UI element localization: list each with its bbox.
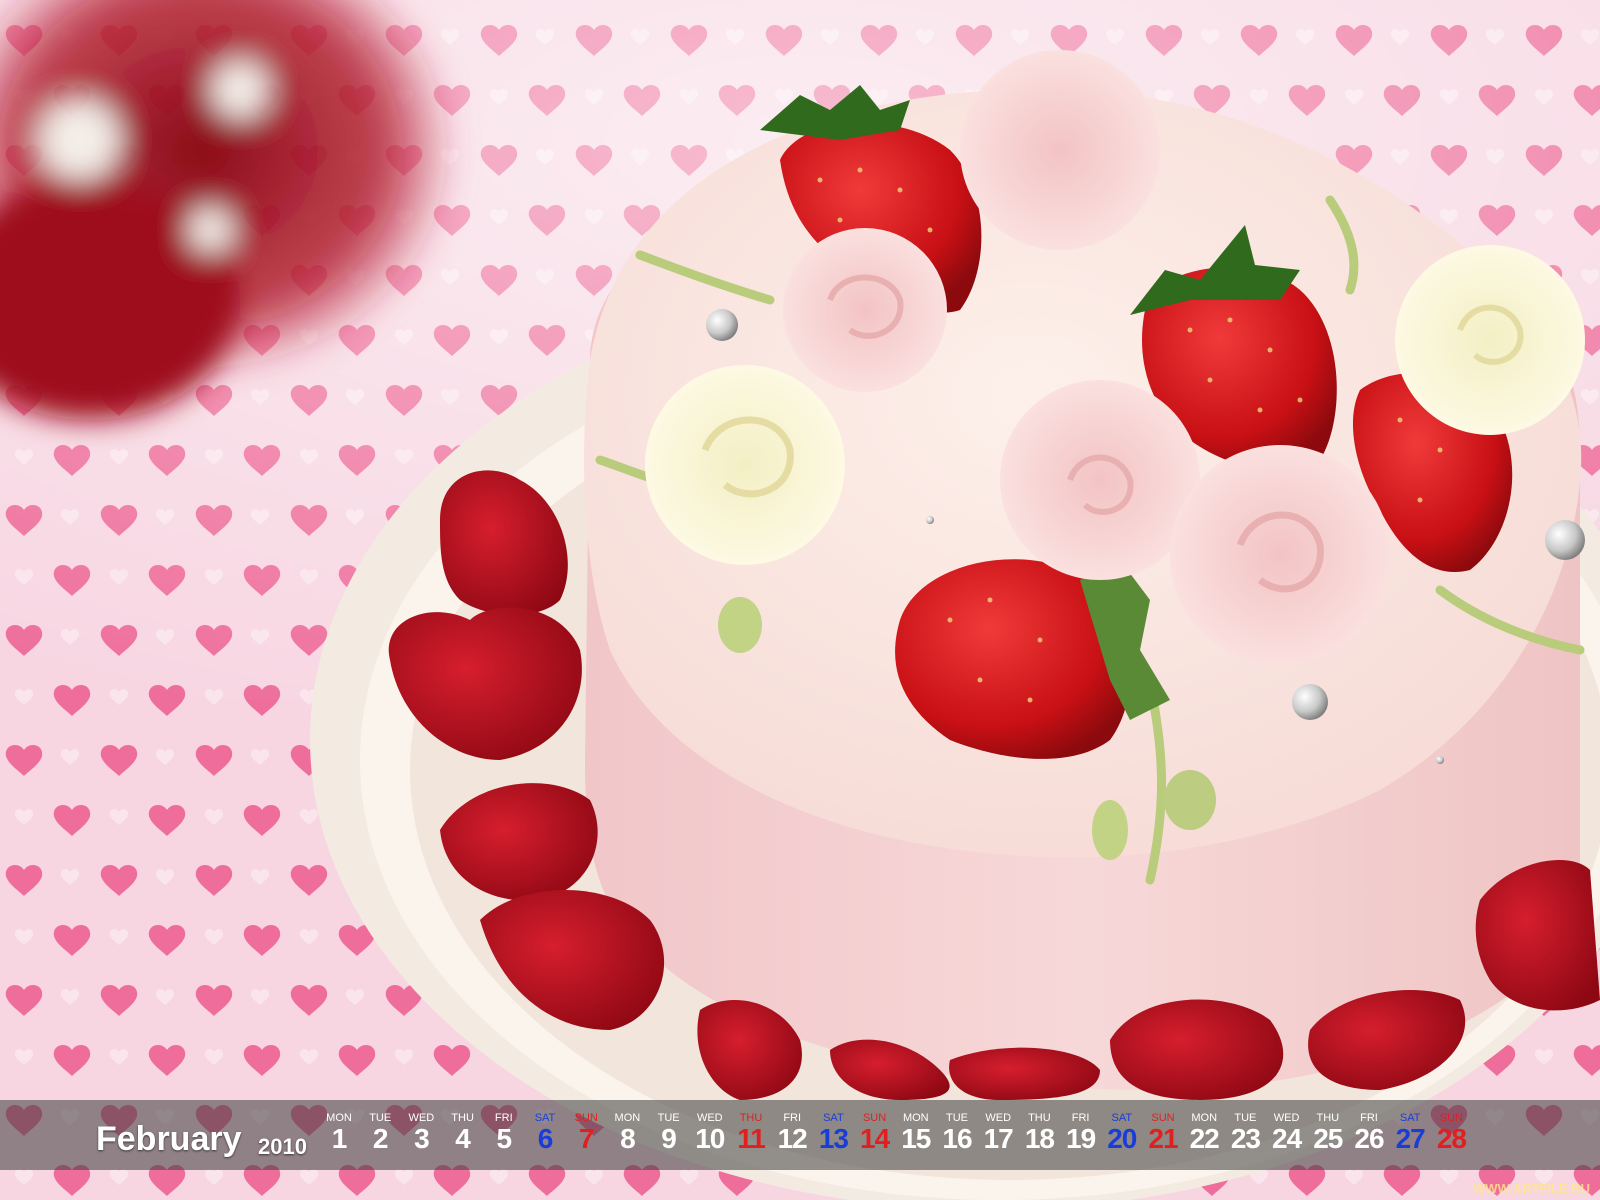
calendar-day-number: 1 <box>331 1123 348 1154</box>
calendar-day-number: 15 <box>901 1123 931 1154</box>
calendar-year: 2010 <box>258 1134 307 1159</box>
calendar-day: FRI 19 <box>1061 1112 1101 1154</box>
calendar-day-number: 25 <box>1313 1123 1343 1154</box>
calendar-day-number: 28 <box>1436 1123 1467 1154</box>
calendar-day: WED 3 <box>401 1112 441 1154</box>
calendar-day: TUE 2 <box>360 1112 400 1154</box>
calendar-day-number: 3 <box>414 1123 430 1154</box>
calendar-day: FRI 12 <box>772 1112 812 1154</box>
calendar-day-number: 21 <box>1148 1123 1178 1154</box>
calendar-day: TUE 23 <box>1225 1112 1265 1154</box>
calendar-day-number: 22 <box>1189 1123 1220 1154</box>
calendar-day-number: 9 <box>661 1123 677 1154</box>
calendar-day-number: 10 <box>695 1123 725 1154</box>
calendar-day-number: 19 <box>1066 1123 1096 1154</box>
calendar-day: THU 25 <box>1308 1112 1348 1154</box>
calendar-day: WED 10 <box>690 1112 730 1154</box>
calendar-day: THU 4 <box>443 1112 483 1154</box>
calendar-day: TUE 9 <box>649 1112 689 1154</box>
calendar-day: SUN 21 <box>1143 1112 1183 1154</box>
calendar-day-number: 5 <box>496 1123 513 1154</box>
calendar-day: TUE 16 <box>937 1112 977 1154</box>
calendar-day-number: 4 <box>455 1123 471 1154</box>
calendar-day-number: 11 <box>737 1123 766 1154</box>
calendar-day: SUN 7 <box>566 1112 606 1154</box>
calendar-day: MON 1 <box>319 1112 359 1154</box>
calendar-day-number: 2 <box>372 1123 389 1154</box>
calendar-day: SAT 6 <box>525 1112 565 1154</box>
calendar-day: SAT 20 <box>1102 1112 1142 1154</box>
calendar-day: THU 18 <box>1019 1112 1059 1154</box>
calendar-day: FRI 26 <box>1349 1112 1389 1154</box>
calendar-day-number: 13 <box>818 1123 849 1154</box>
calendar-day: SAT 27 <box>1390 1112 1430 1154</box>
calendar-day-number: 17 <box>983 1123 1014 1154</box>
photo-scene <box>0 0 1600 1200</box>
calendar-day-number: 20 <box>1107 1123 1137 1154</box>
calendar-day: SUN 28 <box>1431 1112 1471 1154</box>
cake-photo <box>0 0 1600 1200</box>
calendar-day-number: 24 <box>1272 1123 1302 1154</box>
calendar-day-number: 27 <box>1395 1123 1426 1154</box>
calendar-day: WED 24 <box>1267 1112 1307 1154</box>
calendar-day-number: 16 <box>942 1123 972 1154</box>
calendar-day: SUN 14 <box>855 1112 895 1154</box>
calendar-day: MON 15 <box>896 1112 936 1154</box>
calendar-day-number: 23 <box>1230 1123 1261 1154</box>
calendar-day-number: 8 <box>620 1123 636 1154</box>
calendar-day: THU 11 <box>731 1112 771 1154</box>
calendar-day-number: 12 <box>777 1123 808 1154</box>
calendar-month: February <box>96 1120 242 1158</box>
calendar-day-number: 14 <box>860 1123 890 1154</box>
calendar-day-number: 6 <box>537 1123 554 1154</box>
calendar-day: SAT 13 <box>813 1112 853 1154</box>
calendar-day: FRI 5 <box>484 1112 524 1154</box>
calendar-day-number: 18 <box>1024 1123 1055 1154</box>
calendar-day: MON 22 <box>1184 1112 1224 1154</box>
watermark: WWW.ARTFILE.RU <box>1473 1181 1590 1196</box>
calendar-day-number: 26 <box>1354 1123 1384 1154</box>
calendar-day: MON 8 <box>607 1112 647 1154</box>
calendar-day-number: 7 <box>578 1123 595 1154</box>
calendar-day: WED 17 <box>978 1112 1018 1154</box>
